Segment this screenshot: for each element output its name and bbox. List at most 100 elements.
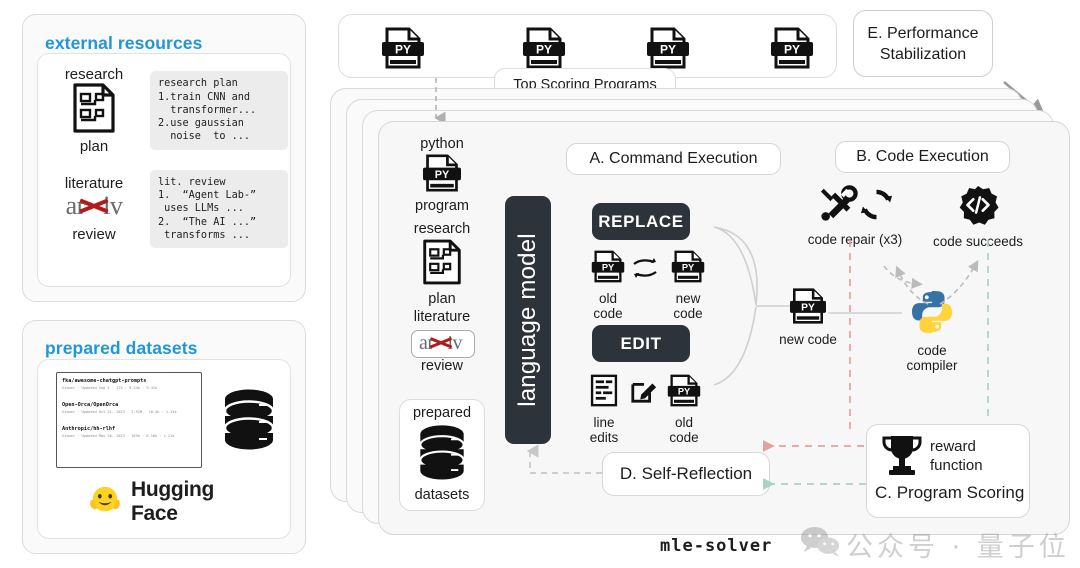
refresh-cycle-icon [860, 188, 893, 226]
py-file-icon: PY [381, 27, 425, 74]
arxiv-logo-icon: arXiv [419, 331, 463, 355]
svg-text:PY: PY [682, 263, 695, 273]
research-plan-label-top: research [413, 221, 471, 237]
literature-review-row: literature arXiv review lit. review 1. “… [46, 170, 288, 249]
arxiv-logo-left: ar [65, 191, 86, 220]
py-file-icon: PY [671, 250, 705, 288]
trophy-icon [881, 433, 923, 482]
arxiv-logo-icon: arXiv [66, 192, 123, 220]
python-program-label-top: python [420, 136, 464, 152]
svg-text:PY: PY [395, 43, 411, 57]
py-file-icon: PY [667, 374, 701, 412]
prepared-datasets-title: prepared datasets [45, 338, 198, 358]
svg-text:PY: PY [602, 263, 615, 273]
performance-stabilization-line2: Stabilization [879, 45, 967, 63]
mle-solver-caption: mle-solver [660, 536, 773, 556]
solver-input-literature-review: literature arXiv review [391, 310, 493, 374]
replace-new-code: PY new code [666, 250, 710, 321]
svg-text:PY: PY [660, 43, 676, 57]
external-resources-panel: external resources research plan researc… [22, 14, 306, 302]
arxiv-logo-right: iv [103, 191, 123, 220]
reflection-to-model-arrow [526, 444, 602, 474]
self-reflection-box: D. Self-Reflection [602, 452, 770, 496]
wechat-icon [800, 526, 840, 563]
research-plan-label-top: research [64, 66, 124, 83]
dataset-name: Open-Orca/OpenOrca [62, 402, 119, 408]
py-file-icon: PY [591, 250, 625, 288]
hugging-face-label: Hugging Face [131, 478, 215, 525]
watermark: 公众号 · 量子位 [800, 525, 1070, 564]
language-model-bar: language model [505, 196, 551, 444]
svg-text:PY: PY [435, 169, 450, 181]
py-file-icon: PY [646, 27, 690, 74]
new-code-output-label: new code [779, 332, 837, 347]
database-stack-icon [223, 388, 275, 455]
replace-old-code: PY old code [586, 250, 630, 321]
solver-input-python-program: python PY program [399, 137, 485, 214]
python-program-label-bottom: program [415, 198, 469, 214]
code-repair-node: code repair (x3) [800, 185, 910, 247]
hugging-face-emoji-icon [88, 483, 122, 522]
dataset-list-item: fka/awesome-chatgpt-prompts Viewer · Upd… [62, 378, 196, 391]
replace-new-code-label: new code [673, 291, 703, 321]
dataset-meta: Viewer · Updated May 26, 2023 · 169k · 8… [62, 434, 175, 438]
py-file-icon: PY [522, 27, 566, 74]
prepared-datasets-label-top: prepared [412, 405, 472, 421]
py-file-icon: PY [770, 27, 814, 74]
dataset-list-item: Open-Orca/OpenOrca Viewer · Updated Oct … [62, 402, 196, 415]
prepared-datasets-panel: prepared datasets fka/awesome-chatgpt-pr… [22, 320, 306, 554]
performance-stabilization-line1: E. Performance [867, 24, 979, 42]
external-resources-content: research plan research plan 1.train CNN … [37, 53, 291, 287]
program-scoring-box: reward function C. Program Scoring [866, 424, 1030, 518]
line-edits-document-icon [590, 374, 618, 412]
research-plan-document-icon [72, 83, 116, 138]
arxiv-logo-left: ar [419, 332, 434, 354]
reward-function-line2: function [930, 457, 983, 474]
dataset-list-item: Anthropic/hh-rlhf Viewer · Updated May 2… [62, 426, 196, 439]
svg-text:PY: PY [678, 387, 691, 397]
external-resources-title: external resources [45, 33, 203, 53]
command-merge-connector [713, 226, 790, 386]
research-plan-row: research plan research plan 1.train CNN … [46, 66, 288, 155]
performance-stabilization-box: E. Performance Stabilization [853, 10, 993, 77]
solver-input-research-plan: research plan [399, 222, 485, 307]
pencil-edit-icon [630, 376, 658, 409]
literature-review-label-bottom: review [421, 358, 463, 374]
literature-review-text: lit. review 1. “Agent Lab-” uses LLMs ..… [150, 170, 288, 249]
code-execution-title: B. Code Execution [835, 141, 1010, 173]
code-gear-icon [957, 185, 999, 230]
wrench-screwdriver-refresh-icon [818, 185, 858, 228]
database-stack-icon [418, 424, 466, 485]
edit-line-edits: line edits [580, 374, 628, 445]
literature-review-label-bottom: review [72, 226, 116, 243]
program-scoring-title: C. Program Scoring [875, 483, 1025, 502]
replace-old-code-label: old code [593, 291, 623, 321]
prepared-datasets-label-bottom: datasets [414, 487, 470, 503]
research-plan-document-icon [422, 239, 462, 290]
edit-command-button[interactable]: EDIT [592, 325, 690, 362]
watermark-text: 公众号 · 量子位 [846, 532, 1070, 563]
svg-text:PY: PY [801, 303, 815, 314]
reward-function-line1: reward [930, 438, 976, 455]
replace-command-button[interactable]: REPLACE [592, 203, 690, 240]
svg-text:PY: PY [536, 43, 552, 57]
dataset-name: Anthropic/hh-rlhf [62, 426, 116, 432]
reward-function-label: reward function [930, 437, 1022, 475]
prepared-datasets-content: fka/awesome-chatgpt-prompts Viewer · Upd… [37, 359, 291, 539]
scoring-to-reflection-arrows [762, 440, 866, 490]
dataset-name: fka/awesome-chatgpt-prompts [62, 378, 147, 384]
edit-old-code: PY old code [662, 374, 706, 445]
command-execution-title: A. Command Execution [566, 143, 781, 175]
dataset-list: fka/awesome-chatgpt-prompts Viewer · Upd… [56, 372, 202, 468]
dataset-meta: Viewer · Updated Oct 21, 2023 · 2.91M · … [62, 410, 177, 414]
swap-arrows-icon [631, 257, 659, 284]
edit-old-code-label: old code [669, 415, 699, 445]
research-plan-label-bottom: plan [428, 291, 456, 307]
literature-review-label-top: literature [64, 175, 124, 192]
py-file-icon: PY [422, 154, 462, 197]
solver-input-prepared-datasets: prepared datasets [399, 399, 485, 511]
research-plan-text: research plan 1.train CNN and transforme… [150, 71, 288, 150]
literature-review-label-top: literature [413, 309, 471, 325]
arxiv-logo-right: iv [447, 332, 463, 354]
research-plan-label-bottom: plan [79, 138, 109, 155]
